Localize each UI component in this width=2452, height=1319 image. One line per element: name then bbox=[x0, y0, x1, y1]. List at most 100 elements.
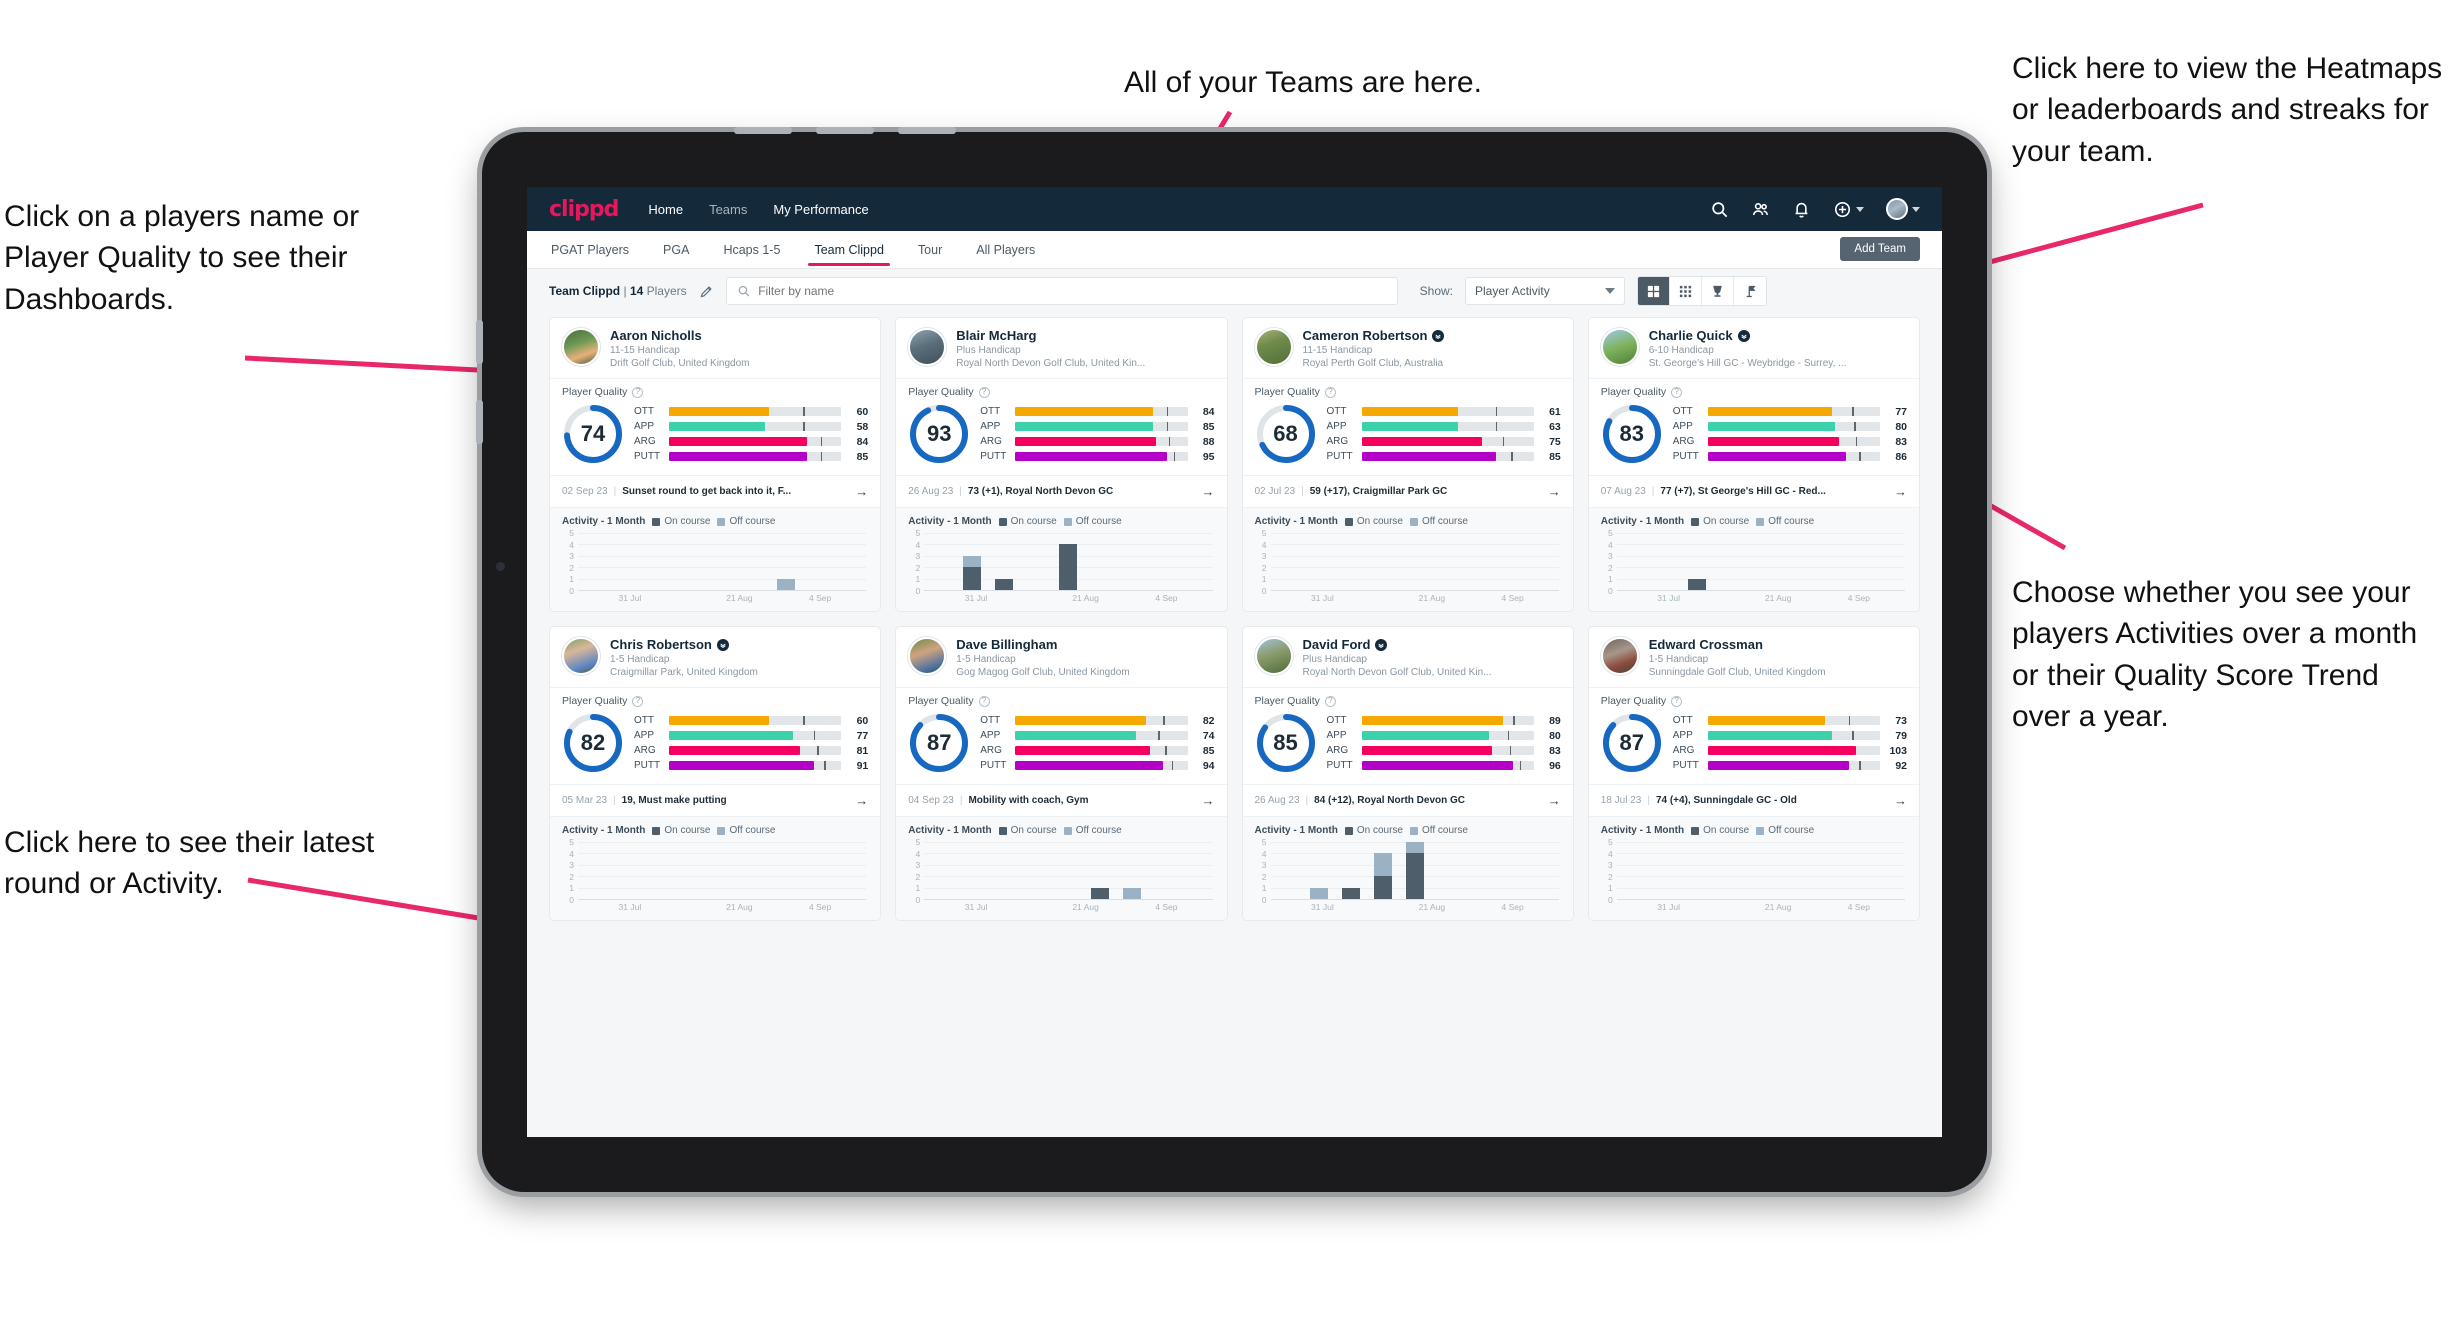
chevron-down-icon[interactable] bbox=[1856, 206, 1864, 212]
arrow-right-icon[interactable]: → bbox=[1894, 484, 1907, 499]
view-toggle-trophy[interactable] bbox=[1702, 277, 1735, 305]
metric-bar-track bbox=[669, 761, 842, 770]
help-icon[interactable]: ? bbox=[1671, 695, 1683, 707]
arrow-right-icon[interactable]: → bbox=[1202, 793, 1215, 808]
latest-round-row[interactable]: 26 Aug 23 | 73 (+1), Royal North Devon GC → bbox=[896, 475, 1227, 507]
player-name[interactable]: Edward Crossman bbox=[1649, 637, 1826, 652]
player-card-header[interactable]: Chris Robertson 1-5 Handicap Craigmillar P… bbox=[550, 627, 880, 687]
avatar[interactable] bbox=[1886, 198, 1908, 220]
latest-round-row[interactable]: 26 Aug 23 | 84 (+12), Royal North Devon GC… bbox=[1242, 784, 1573, 816]
chevron-down-icon-show[interactable] bbox=[1605, 288, 1616, 294]
tab-all-players[interactable]: All Players bbox=[974, 234, 1037, 266]
player-quality-section[interactable]: Player Quality? 82 OTT 60 APP 77 ARG 81 PUTT 91 bbox=[550, 687, 881, 784]
player-card-header[interactable]: Charlie Quick 6-10 Handicap St. George's H… bbox=[1589, 318, 1919, 378]
player-name[interactable]: Aaron Nicholls bbox=[610, 328, 750, 343]
arrow-right-icon[interactable]: → bbox=[855, 793, 868, 808]
arrow-right-icon[interactable]: → bbox=[855, 484, 868, 499]
arrow-right-icon[interactable]: → bbox=[1894, 793, 1907, 808]
player-quality-section[interactable]: Player Quality? 83 OTT 77 APP 80 ARG 83 PUTT 86 bbox=[1588, 378, 1919, 475]
latest-round-row[interactable]: 02 Sep 23 | Sunset round to get back into … bbox=[550, 475, 881, 507]
player-quality-section[interactable]: Player Quality? 68 OTT 61 APP 63 ARG 75 PUTT 85 bbox=[1242, 378, 1573, 475]
plus-circle-icon[interactable] bbox=[1833, 200, 1852, 219]
power-button[interactable] bbox=[898, 127, 956, 134]
view-toggle-grid-large[interactable] bbox=[1638, 277, 1671, 305]
player-card[interactable]: Cameron Robertson 11-15 Handicap Royal Per… bbox=[1241, 317, 1574, 612]
player-card-header[interactable]: Cameron Robertson 11-15 Handicap Royal Per… bbox=[1243, 318, 1573, 378]
player-quality-section[interactable]: Player Quality? 87 OTT 82 APP 74 ARG 85 PUTT 94 bbox=[896, 687, 1227, 784]
tab-tour[interactable]: Tour bbox=[916, 234, 944, 266]
player-quality-section[interactable]: Player Quality? 87 OTT 73 APP 79 ARG 103 PUTT 92 bbox=[1588, 687, 1919, 784]
player-card-header[interactable]: Edward Crossman 1-5 Handicap Sunningdale G… bbox=[1589, 627, 1919, 687]
clippd-logo[interactable]: clippd bbox=[549, 197, 619, 222]
chart-bar-slot bbox=[834, 842, 866, 899]
view-toggle-group[interactable] bbox=[1637, 276, 1768, 306]
metric-value: 92 bbox=[1895, 759, 1907, 772]
player-card[interactable]: Chris Robertson 1-5 Handicap Craigmillar P… bbox=[549, 626, 882, 921]
bell-icon[interactable] bbox=[1792, 200, 1811, 219]
latest-round-row[interactable]: 05 Mar 23 | 19, Must make putting → bbox=[550, 784, 881, 816]
help-icon[interactable]: ? bbox=[1671, 386, 1683, 398]
latest-round-row[interactable]: 02 Jul 23 | 59 (+17), Craigmillar Park GC → bbox=[1242, 475, 1573, 507]
player-name[interactable]: Cameron Robertson bbox=[1303, 328, 1445, 343]
player-card-header[interactable]: Aaron Nicholls 11-15 Handicap Drift Golf C… bbox=[550, 318, 880, 378]
search-icon[interactable] bbox=[1710, 200, 1729, 219]
arrow-right-icon[interactable]: → bbox=[1548, 793, 1561, 808]
quality-score: 85 bbox=[1273, 730, 1298, 755]
player-card-header[interactable]: Blair McHarg Plus Handicap Royal North Dev… bbox=[896, 318, 1226, 378]
tab-team-clippd[interactable]: Team Clippd bbox=[808, 234, 891, 266]
latest-round-row[interactable]: 18 Jul 23 | 74 (+4), Sunningdale GC - Old → bbox=[1588, 784, 1919, 816]
search-input[interactable] bbox=[758, 284, 1387, 298]
nav-link-my-performance[interactable]: My Performance bbox=[773, 202, 868, 217]
volume-down-button[interactable] bbox=[816, 127, 874, 134]
player-card-header[interactable]: Dave Billingham 1-5 Handicap Gog Magog Gol… bbox=[896, 627, 1226, 687]
nav-link-teams[interactable]: Teams bbox=[709, 202, 747, 217]
help-icon[interactable]: ? bbox=[1324, 386, 1336, 398]
arrow-right-icon[interactable]: → bbox=[1202, 484, 1215, 499]
player-name[interactable]: David Ford bbox=[1303, 637, 1492, 652]
chart-y-tick: 4 bbox=[1261, 539, 1267, 550]
chart-bar-stack bbox=[1752, 842, 1770, 899]
player-name[interactable]: Chris Robertson bbox=[610, 637, 758, 652]
player-quality-section[interactable]: Player Quality? 85 OTT 89 APP 80 ARG 83 PUTT 96 bbox=[1242, 687, 1573, 784]
help-icon[interactable]: ? bbox=[632, 695, 644, 707]
player-card-header[interactable]: David Ford Plus Handicap Royal North Devon… bbox=[1243, 627, 1573, 687]
tab-hcaps-1-5[interactable]: Hcaps 1-5 bbox=[721, 234, 782, 266]
player-card[interactable]: Charlie Quick 6-10 Handicap St. George's H… bbox=[1587, 317, 1920, 612]
player-name[interactable]: Dave Billingham bbox=[956, 637, 1129, 652]
help-icon[interactable]: ? bbox=[632, 386, 644, 398]
nav-link-home[interactable]: Home bbox=[648, 202, 683, 217]
tab-pgat-players[interactable]: PGAT Players bbox=[549, 234, 631, 266]
player-card[interactable]: Edward Crossman 1-5 Handicap Sunningdale G… bbox=[1587, 626, 1920, 921]
chevron-down-icon-profile[interactable] bbox=[1912, 206, 1920, 212]
help-icon[interactable]: ? bbox=[1324, 695, 1336, 707]
player-card[interactable]: Aaron Nicholls 11-15 Handicap Drift Golf C… bbox=[549, 317, 882, 612]
player-name[interactable]: Charlie Quick bbox=[1649, 328, 1847, 343]
chart-bar-stack bbox=[1816, 842, 1834, 899]
add-menu[interactable] bbox=[1833, 200, 1864, 219]
pencil-icon[interactable] bbox=[699, 284, 714, 299]
player-name[interactable]: Blair McHarg bbox=[956, 328, 1145, 343]
show-select[interactable]: Player Activity bbox=[1465, 277, 1626, 305]
help-icon[interactable]: ? bbox=[978, 695, 990, 707]
player-card[interactable]: Dave Billingham 1-5 Handicap Gog Magog Gol… bbox=[895, 626, 1228, 921]
latest-round-row[interactable]: 07 Aug 23 | 77 (+7), St George's Hill GC -… bbox=[1588, 475, 1919, 507]
metric-bar-fill bbox=[669, 716, 769, 725]
player-quality-section[interactable]: Player Quality? 93 OTT 84 APP 85 ARG 88 PUTT 95 bbox=[896, 378, 1227, 475]
player-card[interactable]: Blair McHarg Plus Handicap Royal North Dev… bbox=[895, 317, 1228, 612]
search-box[interactable] bbox=[725, 277, 1398, 305]
side-button-lower[interactable] bbox=[476, 400, 483, 444]
help-icon[interactable]: ? bbox=[978, 386, 990, 398]
tab-pga[interactable]: PGA bbox=[661, 234, 691, 266]
volume-up-button[interactable] bbox=[734, 127, 792, 134]
activity-section: Activity - 1 Month On course Off course 5 4 3… bbox=[1242, 507, 1573, 611]
view-toggle-flag[interactable] bbox=[1734, 277, 1766, 305]
player-card[interactable]: David Ford Plus Handicap Royal North Devon… bbox=[1241, 626, 1574, 921]
view-toggle-grid-small[interactable] bbox=[1670, 277, 1703, 305]
profile-menu[interactable] bbox=[1886, 198, 1920, 220]
player-quality-section[interactable]: Player Quality? 74 OTT 60 APP 58 ARG 84 PUTT 85 bbox=[550, 378, 881, 475]
arrow-right-icon[interactable]: → bbox=[1548, 484, 1561, 499]
side-button-upper[interactable] bbox=[476, 320, 483, 364]
people-icon[interactable] bbox=[1751, 200, 1770, 219]
latest-round-row[interactable]: 04 Sep 23 | Mobility with coach, Gym → bbox=[896, 784, 1227, 816]
add-team-button[interactable]: Add Team bbox=[1840, 237, 1920, 261]
